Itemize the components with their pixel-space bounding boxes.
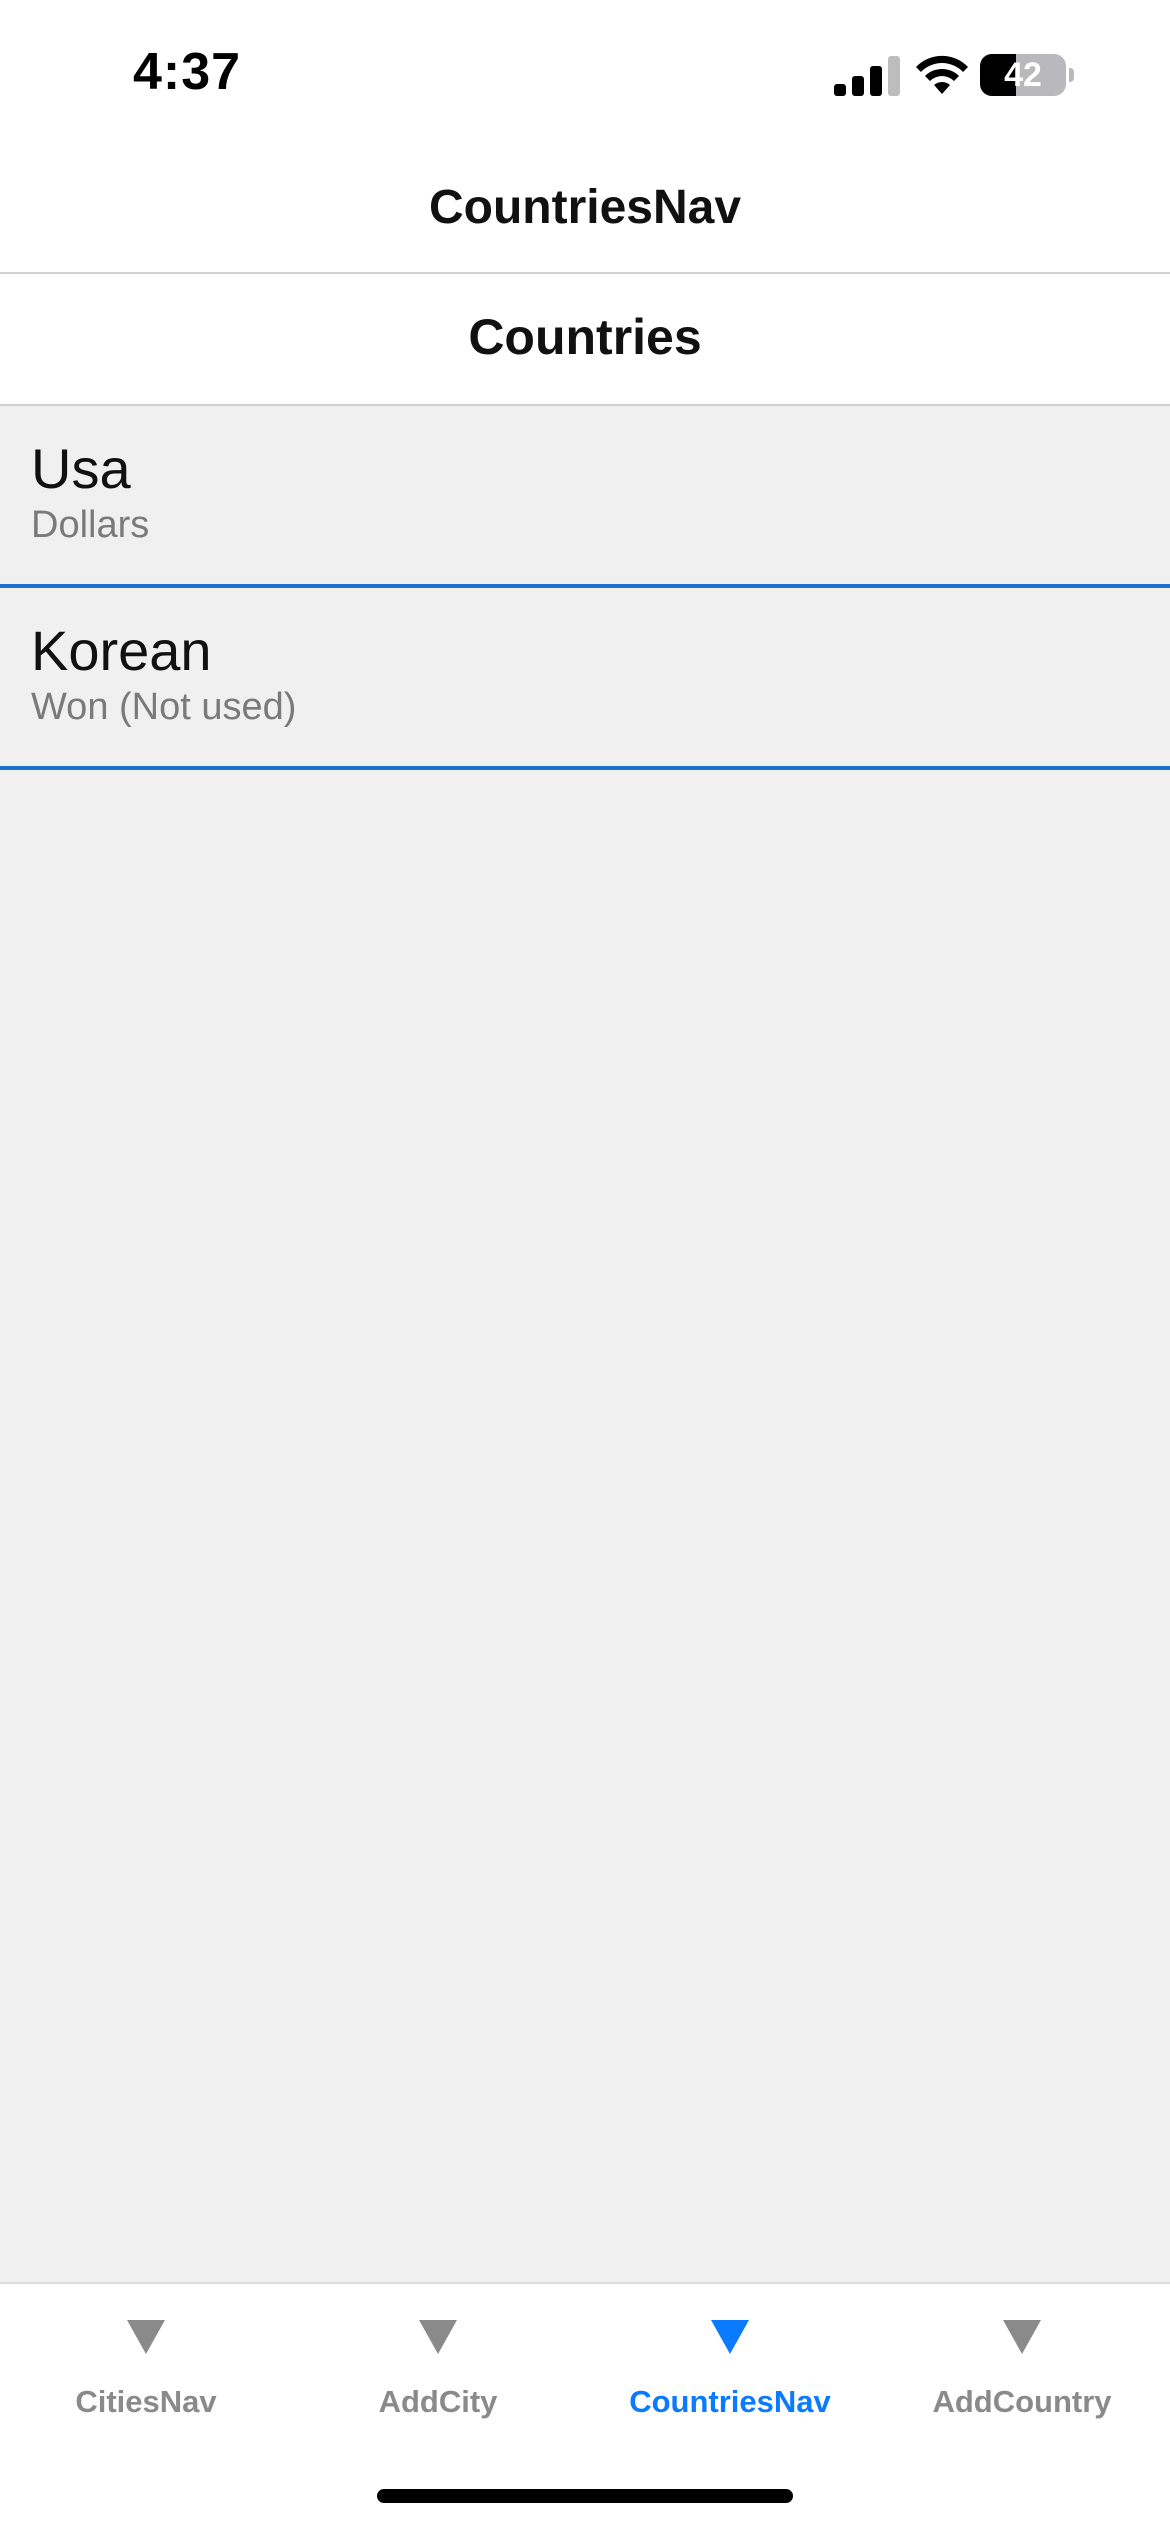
status-time: 4:37 bbox=[133, 43, 242, 101]
triangle-down-icon bbox=[711, 2320, 749, 2354]
country-currency: Won (Not used) bbox=[31, 686, 297, 728]
battery-icon: 42 bbox=[980, 54, 1076, 98]
tab-label: CitiesNav bbox=[75, 2384, 217, 2419]
status-icons: 42 bbox=[832, 52, 1092, 102]
nav-title: CountriesNav bbox=[428, 181, 742, 234]
tab-citiesnav[interactable]: CitiesNav bbox=[0, 2284, 292, 2434]
tab-addcity[interactable]: AddCity bbox=[292, 2284, 584, 2434]
country-list: Usa Dollars Korean Won (Not used) bbox=[0, 406, 1170, 2282]
tab-label: AddCity bbox=[378, 2384, 498, 2419]
status-bar: 4:37 42 bbox=[0, 0, 1170, 150]
home-indicator bbox=[377, 2489, 793, 2503]
triangle-down-icon bbox=[127, 2320, 165, 2354]
navigation-bar: CountriesNav bbox=[0, 150, 1170, 274]
triangle-down-icon bbox=[419, 2320, 457, 2354]
battery-tip bbox=[1069, 68, 1074, 82]
list-item-usa[interactable]: Usa Dollars bbox=[0, 406, 1170, 588]
battery-body: 42 bbox=[980, 54, 1066, 96]
triangle-down-icon bbox=[1003, 2320, 1041, 2354]
list-item-korean[interactable]: Korean Won (Not used) bbox=[0, 588, 1170, 770]
page-header: Countries bbox=[0, 274, 1170, 406]
battery-level: 42 bbox=[1004, 56, 1042, 94]
tab-label: AddCountry bbox=[932, 2384, 1112, 2419]
country-name: Usa bbox=[31, 437, 131, 500]
tab-label: CountriesNav bbox=[629, 2384, 831, 2419]
page-title: Countries bbox=[468, 309, 702, 365]
country-currency: Dollars bbox=[31, 504, 150, 546]
signal-icon bbox=[834, 56, 900, 96]
wifi-icon bbox=[916, 55, 968, 94]
country-name: Korean bbox=[31, 619, 212, 682]
tab-countriesnav[interactable]: CountriesNav bbox=[584, 2284, 876, 2434]
tab-addcountry[interactable]: AddCountry bbox=[876, 2284, 1168, 2434]
